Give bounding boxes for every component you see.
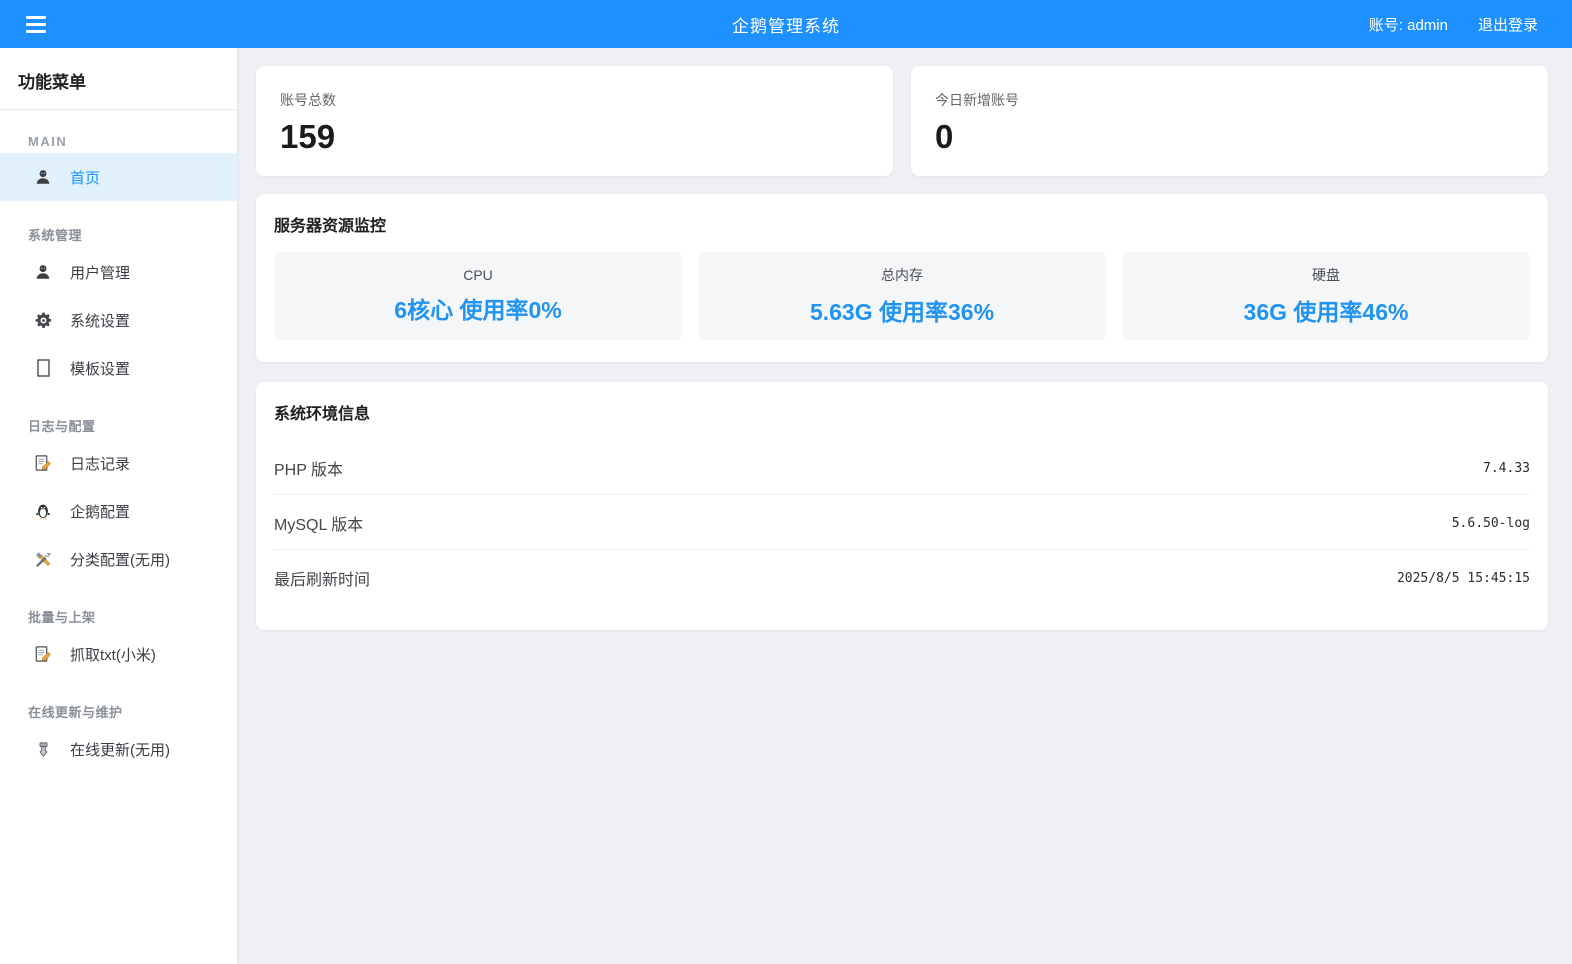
env-value: 7.4.33	[1483, 461, 1530, 476]
tofu-box-icon	[32, 357, 54, 379]
main-content: 账号总数 159 今日新增账号 0 服务器资源监控 CPU 6核心 使用率0% …	[238, 48, 1572, 630]
sidebar-section-system: 系统管理 用户管理 系统设置 模板设置	[0, 225, 237, 392]
metric-cpu: CPU 6核心 使用率0%	[274, 252, 682, 340]
metric-label: 硬盘	[1312, 265, 1340, 285]
sidebar-item-label: 分类配置(无用)	[70, 549, 170, 570]
env-label: PHP 版本	[274, 456, 343, 480]
bolt-icon	[32, 738, 54, 760]
stat-label: 账号总数	[280, 90, 869, 110]
sidebar-item-label: 抓取txt(小米)	[70, 644, 156, 665]
metric-row: CPU 6核心 使用率0% 总内存 5.63G 使用率36% 硬盘 36G 使用…	[274, 252, 1530, 340]
sidebar-section-label: 系统管理	[0, 225, 237, 248]
user-icon	[32, 166, 54, 188]
user-icon	[32, 261, 54, 283]
sidebar-item-label: 日志记录	[70, 453, 130, 474]
stats-row: 账号总数 159 今日新增账号 0	[256, 66, 1548, 176]
sidebar-section-logs-config: 日志与配置 日志记录 企鹅配置 分类配置(无用)	[0, 416, 237, 583]
divider	[0, 109, 237, 110]
sidebar-section-label: 批量与上架	[0, 607, 237, 630]
sidebar-item-category-config[interactable]: 分类配置(无用)	[0, 535, 237, 583]
section-title: 系统环境信息	[274, 400, 1530, 424]
sidebar-item-logs[interactable]: 日志记录	[0, 439, 237, 487]
sidebar-title: 功能菜单	[0, 48, 237, 109]
metric-label: CPU	[463, 267, 493, 283]
sidebar-item-online-update[interactable]: 在线更新(无用)	[0, 725, 237, 773]
metric-value: 5.63G 使用率36%	[810, 293, 994, 327]
env-label: 最后刷新时间	[274, 566, 370, 590]
memo-icon	[32, 452, 54, 474]
sidebar-section-label: 在线更新与维护	[0, 702, 237, 725]
penguin-icon	[32, 500, 54, 522]
sidebar-item-label: 模板设置	[70, 358, 130, 379]
stat-label: 今日新增账号	[935, 90, 1524, 110]
env-row-php: PHP 版本 7.4.33	[274, 440, 1530, 495]
account-label: 账号: admin	[1369, 14, 1448, 35]
hammer-wrench-icon	[32, 548, 54, 570]
sidebar-item-users[interactable]: 用户管理	[0, 248, 237, 296]
env-value: 2025/8/5 15:45:15	[1397, 571, 1530, 586]
metric-disk: 硬盘 36G 使用率46%	[1122, 252, 1530, 340]
sidebar-section-batch: 批量与上架 抓取txt(小米)	[0, 607, 237, 678]
stat-value: 159	[280, 120, 869, 153]
sidebar-item-template-settings[interactable]: 模板设置	[0, 344, 237, 392]
sidebar-item-label: 用户管理	[70, 262, 130, 283]
stat-value: 0	[935, 120, 1524, 153]
stat-card-new-today: 今日新增账号 0	[911, 66, 1548, 176]
sidebar-section-update: 在线更新与维护 在线更新(无用)	[0, 702, 237, 773]
metric-value: 6核心 使用率0%	[394, 291, 561, 325]
metric-label: 总内存	[881, 265, 923, 285]
metric-value: 36G 使用率46%	[1244, 293, 1409, 327]
env-row-mysql: MySQL 版本 5.6.50-log	[274, 495, 1530, 550]
app-title: 企鹅管理系统	[0, 12, 1572, 37]
logout-button[interactable]: 退出登录	[1478, 14, 1538, 35]
sidebar-item-label: 企鹅配置	[70, 501, 130, 522]
env-value: 5.6.50-log	[1452, 516, 1530, 531]
server-monitor-card: 服务器资源监控 CPU 6核心 使用率0% 总内存 5.63G 使用率36% 硬…	[256, 194, 1548, 362]
memo-icon	[32, 643, 54, 665]
metric-memory: 总内存 5.63G 使用率36%	[698, 252, 1106, 340]
sidebar-section-main: MAIN 首页	[0, 134, 237, 201]
env-label: MySQL 版本	[274, 511, 363, 535]
top-header: 企鹅管理系统 账号: admin 退出登录	[0, 0, 1572, 48]
sidebar-item-grab-txt[interactable]: 抓取txt(小米)	[0, 630, 237, 678]
sidebar-item-label: 系统设置	[70, 310, 130, 331]
env-row-refresh-time: 最后刷新时间 2025/8/5 15:45:15	[274, 550, 1530, 604]
sidebar-item-label: 在线更新(无用)	[70, 739, 170, 760]
sidebar-section-label: MAIN	[0, 134, 237, 153]
hamburger-menu-icon[interactable]	[12, 0, 60, 48]
section-title: 服务器资源监控	[274, 212, 1530, 236]
sidebar: 功能菜单 MAIN 首页 系统管理 用户管理 系统设置	[0, 48, 238, 964]
system-env-card: 系统环境信息 PHP 版本 7.4.33 MySQL 版本 5.6.50-log…	[256, 382, 1548, 630]
stat-card-total-accounts: 账号总数 159	[256, 66, 893, 176]
sidebar-section-label: 日志与配置	[0, 416, 237, 439]
sidebar-item-home[interactable]: 首页	[0, 153, 237, 201]
gear-icon	[32, 309, 54, 331]
sidebar-item-penguin-config[interactable]: 企鹅配置	[0, 487, 237, 535]
sidebar-item-system-settings[interactable]: 系统设置	[0, 296, 237, 344]
sidebar-item-label: 首页	[70, 167, 100, 188]
